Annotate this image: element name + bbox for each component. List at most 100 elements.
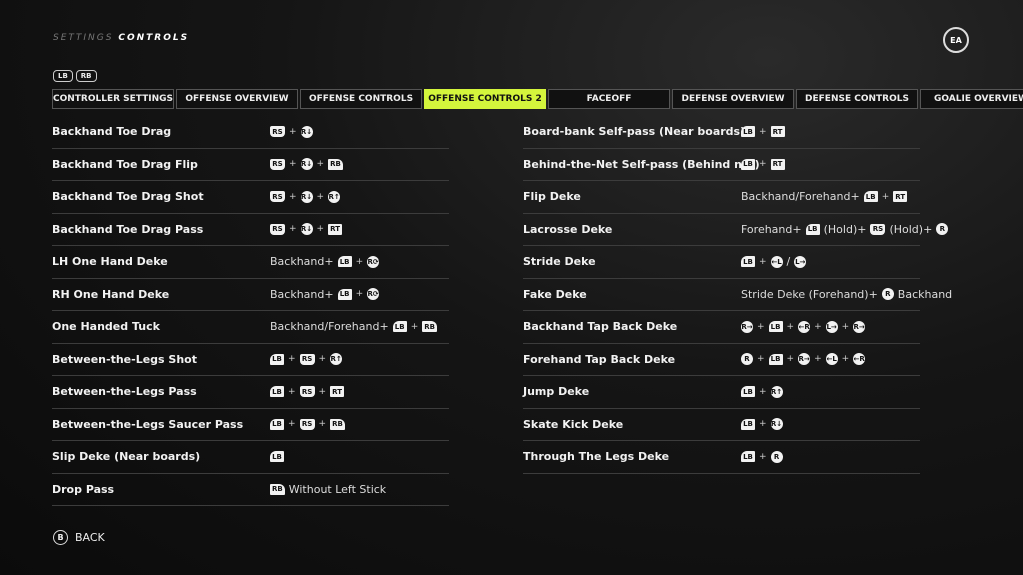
lb-button-icon: LB bbox=[741, 451, 755, 463]
plus-sign: + bbox=[288, 386, 296, 397]
plus-sign: + bbox=[289, 191, 297, 202]
tab-bumpers: LB RB bbox=[53, 70, 97, 82]
right-stick-down-icon: R↓ bbox=[300, 158, 313, 171]
right-stick-down-icon: R↓ bbox=[300, 190, 313, 203]
combo-text: Backhand+ bbox=[270, 287, 334, 301]
control-name: RH One Hand Deke bbox=[52, 287, 170, 301]
control-name: Backhand Toe Drag Pass bbox=[52, 222, 204, 236]
tab-goalie-overview[interactable]: GOALIE OVERVIEW bbox=[920, 89, 1023, 109]
rt-trigger-icon: RT bbox=[893, 191, 908, 203]
lb-button-icon: LB bbox=[741, 386, 755, 398]
plus-sign: + bbox=[316, 224, 325, 235]
control-name: Stride Deke bbox=[523, 255, 596, 269]
control-row: Slip Deke (Near boards) LB bbox=[52, 441, 449, 474]
control-row: Between-the-Legs Saucer Pass LB + RS + RB bbox=[52, 409, 449, 441]
left-stick-right-icon: L→ bbox=[825, 320, 838, 333]
right-stick-up-icon: R↑ bbox=[328, 190, 341, 203]
left-stick-right-icon: L→ bbox=[794, 255, 807, 268]
button-combo: R→ + LB + ←R + L→ + R→ bbox=[741, 320, 866, 333]
tab-offense-overview[interactable]: OFFENSE OVERVIEW bbox=[176, 89, 298, 109]
dpad-stick-press-icon: RS bbox=[270, 126, 285, 138]
control-name: Between-the-Legs Pass bbox=[52, 385, 197, 399]
lb-button-icon: LB bbox=[741, 256, 755, 268]
right-stick-right-icon: R→ bbox=[741, 320, 753, 333]
plus-sign: + bbox=[841, 354, 850, 365]
lb-bumper-icon[interactable]: LB bbox=[53, 70, 73, 82]
lb-button-icon: LB bbox=[337, 256, 352, 268]
combo-text: Backhand bbox=[897, 287, 953, 301]
rt-trigger-icon: RT bbox=[330, 386, 345, 398]
combo-text: Backhand+ bbox=[270, 255, 334, 269]
plus-sign: + bbox=[757, 321, 765, 332]
plus-sign: + bbox=[759, 126, 767, 137]
right-stick-up-icon: R↑ bbox=[770, 385, 783, 398]
lb-button-icon: LB bbox=[768, 321, 783, 333]
right-stick-down-icon: R↓ bbox=[300, 223, 313, 236]
plus-sign: + bbox=[757, 354, 765, 365]
combo-text: Forehand+ bbox=[741, 222, 802, 236]
rb-bumper-icon[interactable]: RB bbox=[75, 70, 97, 82]
control-name: Lacrosse Deke bbox=[523, 222, 613, 236]
right-stick-right-icon: R→ bbox=[853, 320, 866, 333]
rb-button-icon: RB bbox=[330, 418, 345, 430]
control-row: Backhand Toe Drag Pass RS + R↓ + RT bbox=[52, 214, 449, 246]
control-name: LH One Hand Deke bbox=[52, 255, 168, 269]
tab-offense-controls[interactable]: OFFENSE CONTROLS bbox=[300, 89, 422, 109]
combo-text: Stride Deke (Forehand)+ bbox=[741, 287, 878, 301]
button-combo: LB + ←L / L→ bbox=[741, 255, 807, 268]
left-stick-left-icon: ←L bbox=[825, 353, 838, 366]
lb-button-icon: LB bbox=[392, 321, 407, 333]
tab-defense-overview[interactable]: DEFENSE OVERVIEW bbox=[672, 89, 794, 109]
rb-button-icon: RB bbox=[328, 158, 343, 170]
control-row: Forehand Tap Back Deke R + LB + R→ + ←L + ←R bbox=[523, 344, 920, 376]
control-row: Backhand Toe Drag Shot RS + R↓ + R↑ bbox=[52, 181, 449, 214]
combo-text: Without Left Stick bbox=[288, 482, 387, 496]
plus-sign: + bbox=[759, 451, 767, 462]
control-row: Drop Pass RB Without Left Stick bbox=[52, 474, 449, 506]
lb-button-icon: LB bbox=[741, 418, 755, 430]
button-combo: RS + R↓ + RB bbox=[270, 158, 343, 171]
button-combo: LB + RS + R↑ bbox=[270, 353, 343, 366]
control-row: Backhand Toe Drag RS + R↓ bbox=[52, 116, 449, 149]
dpad-stick-press-icon: RS bbox=[870, 223, 886, 235]
plus-sign: + bbox=[288, 354, 296, 365]
control-row: Backhand Toe Drag Flip RS + R↓ + RB bbox=[52, 149, 449, 181]
dpad-stick-press-icon: RS bbox=[270, 158, 285, 170]
button-combo: LB + RS + RT bbox=[270, 386, 345, 398]
tab-controller-settings[interactable]: CONTROLLER SETTINGS bbox=[52, 89, 174, 109]
b-button-icon: B bbox=[53, 530, 68, 545]
right-stick-left-icon: ←R bbox=[853, 353, 866, 366]
rt-trigger-icon: RT bbox=[328, 223, 343, 235]
dpad-stick-press-icon: RS bbox=[270, 223, 285, 235]
plus-sign: + bbox=[786, 321, 795, 332]
button-combo: RS + R↓ bbox=[270, 125, 313, 138]
tab-bar: CONTROLLER SETTINGS OFFENSE OVERVIEW OFFEN… bbox=[52, 89, 1023, 109]
control-name: Between-the-Legs Shot bbox=[52, 352, 197, 366]
button-combo: R + LB + R→ + ←L + ←R bbox=[741, 353, 866, 366]
tab-offense-controls-2[interactable]: OFFENSE CONTROLS 2 bbox=[424, 89, 546, 109]
dpad-stick-press-icon: RS bbox=[299, 386, 315, 398]
plus-sign: + bbox=[841, 321, 850, 332]
right-stick-left-icon: ←R bbox=[798, 320, 811, 333]
button-combo: Backhand+ LB + R⟳ bbox=[270, 287, 380, 301]
control-row: Through The Legs Deke LB + R bbox=[523, 441, 920, 474]
button-combo: LB + R↑ bbox=[741, 385, 783, 398]
lb-button-icon: LB bbox=[805, 223, 820, 235]
right-stick-hold-icon: R bbox=[936, 223, 949, 236]
tab-defense-controls[interactable]: DEFENSE CONTROLS bbox=[796, 89, 918, 109]
tab-faceoff[interactable]: FACEOFF bbox=[548, 89, 670, 109]
lb-button-icon: LB bbox=[337, 288, 352, 300]
button-combo: LB + R bbox=[741, 450, 783, 463]
lb-button-icon: LB bbox=[768, 353, 783, 365]
plus-sign: + bbox=[759, 256, 767, 267]
plus-sign: + bbox=[316, 191, 325, 202]
plus-sign: + bbox=[289, 224, 297, 235]
dpad-stick-press-icon: RS bbox=[270, 191, 285, 203]
plus-sign: + bbox=[814, 354, 822, 365]
control-row: One Handed Tuck Backhand/Forehand+ LB + RB bbox=[52, 311, 449, 344]
back-button[interactable]: B BACK bbox=[53, 530, 105, 545]
control-name: Jump Deke bbox=[523, 385, 590, 399]
button-combo: LB + R↓ bbox=[741, 418, 783, 431]
plus-sign: + bbox=[355, 256, 364, 267]
rb-button-icon: RB bbox=[422, 321, 437, 333]
